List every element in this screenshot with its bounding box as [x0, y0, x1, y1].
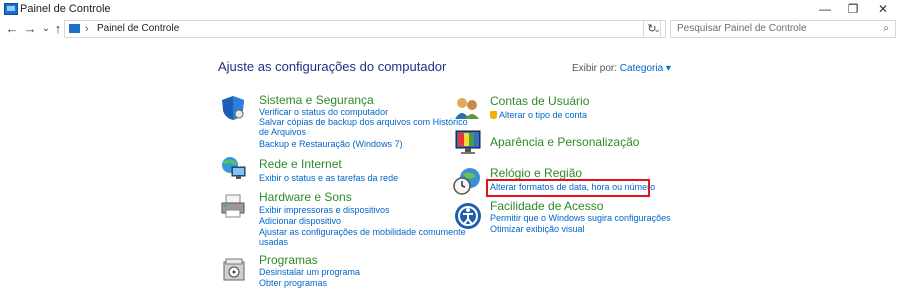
close-button[interactable]: ✕ [866, 0, 900, 18]
back-button[interactable]: ← [4, 20, 20, 38]
category-user-accounts[interactable]: Contas de Usuário [490, 94, 589, 108]
link-backup-restore[interactable]: Backup e Restauração (Windows 7) [259, 139, 403, 149]
link-printers-devices[interactable]: Exibir impressoras e dispositivos [259, 205, 390, 215]
search-placeholder: Pesquisar Painel de Controle [677, 23, 807, 34]
link-add-device[interactable]: Adicionar dispositivo [259, 216, 341, 226]
category-system-security[interactable]: Sistema e Segurança [259, 93, 374, 107]
title-bar: Painel de Controle — ❐ ✕ [0, 0, 900, 18]
appearance-monitor-icon[interactable] [454, 128, 481, 154]
refresh-button[interactable]: ↻ [643, 20, 661, 38]
category-appearance[interactable]: Aparência e Personalização [490, 135, 639, 149]
view-by-dropdown[interactable]: Categoria ▾ [620, 63, 671, 74]
highlight-box [486, 179, 650, 197]
control-panel-icon [69, 24, 80, 33]
address-field[interactable]: › Painel de Controle ⌄ [64, 20, 666, 38]
ease-of-access-icon[interactable] [454, 202, 481, 229]
link-get-programs[interactable]: Obter programas [259, 278, 327, 288]
shield-icon [490, 111, 497, 119]
programs-icon[interactable] [221, 256, 247, 282]
breadcrumb-separator: › [85, 23, 89, 35]
category-clock-region[interactable]: Relógio e Região [490, 166, 582, 180]
link-mobility-settings-cont[interactable]: usadas [259, 237, 288, 247]
search-icon[interactable]: ⌕ [883, 21, 889, 37]
link-change-account-type[interactable]: Alterar o tipo de conta [490, 110, 587, 120]
breadcrumb-control-panel[interactable]: Painel de Controle [97, 21, 179, 37]
clock-globe-icon[interactable] [452, 166, 480, 195]
link-uninstall-program[interactable]: Desinstalar um programa [259, 267, 360, 277]
window-title: Painel de Controle [20, 3, 111, 15]
search-input[interactable]: Pesquisar Painel de Controle ⌕ [670, 20, 896, 38]
link-windows-suggest-settings[interactable]: Permitir que o Windows sugira configuraç… [490, 213, 671, 223]
link-check-status[interactable]: Verificar o status do computador [259, 107, 388, 117]
link-file-history[interactable]: Salvar cópias de backup dos arquivos com… [259, 117, 468, 127]
link-optimize-visual-display[interactable]: Otimizar exibição visual [490, 224, 585, 234]
network-globe-icon[interactable] [220, 155, 246, 181]
page-title: Ajuste as configurações do computador [218, 59, 447, 74]
link-network-status[interactable]: Exibir o status e as tarefas da rede [259, 173, 398, 183]
printer-icon[interactable] [220, 193, 246, 219]
control-panel-icon [4, 3, 18, 15]
category-programs[interactable]: Programas [259, 253, 318, 267]
view-by-label: Exibir por: [572, 63, 618, 74]
shield-icon[interactable] [220, 95, 246, 121]
view-by: Exibir por: Categoria ▾ [572, 63, 671, 74]
category-ease-of-access[interactable]: Facilidade de Acesso [490, 199, 603, 213]
link-file-history-cont[interactable]: de Arquivos [259, 127, 306, 137]
address-bar: ← → ⌄ ↑ › Painel de Controle ⌄ ↻ Pesquis… [0, 18, 900, 40]
user-accounts-icon[interactable] [454, 95, 480, 121]
link-change-account-type-label: Alterar o tipo de conta [499, 110, 588, 120]
link-mobility-settings[interactable]: Ajustar as configurações de mobilidade c… [259, 227, 466, 237]
restore-button[interactable]: ❐ [836, 0, 870, 18]
category-hardware-sound[interactable]: Hardware e Sons [259, 190, 352, 204]
forward-button[interactable]: → [22, 20, 38, 38]
category-network-internet[interactable]: Rede e Internet [259, 157, 342, 171]
